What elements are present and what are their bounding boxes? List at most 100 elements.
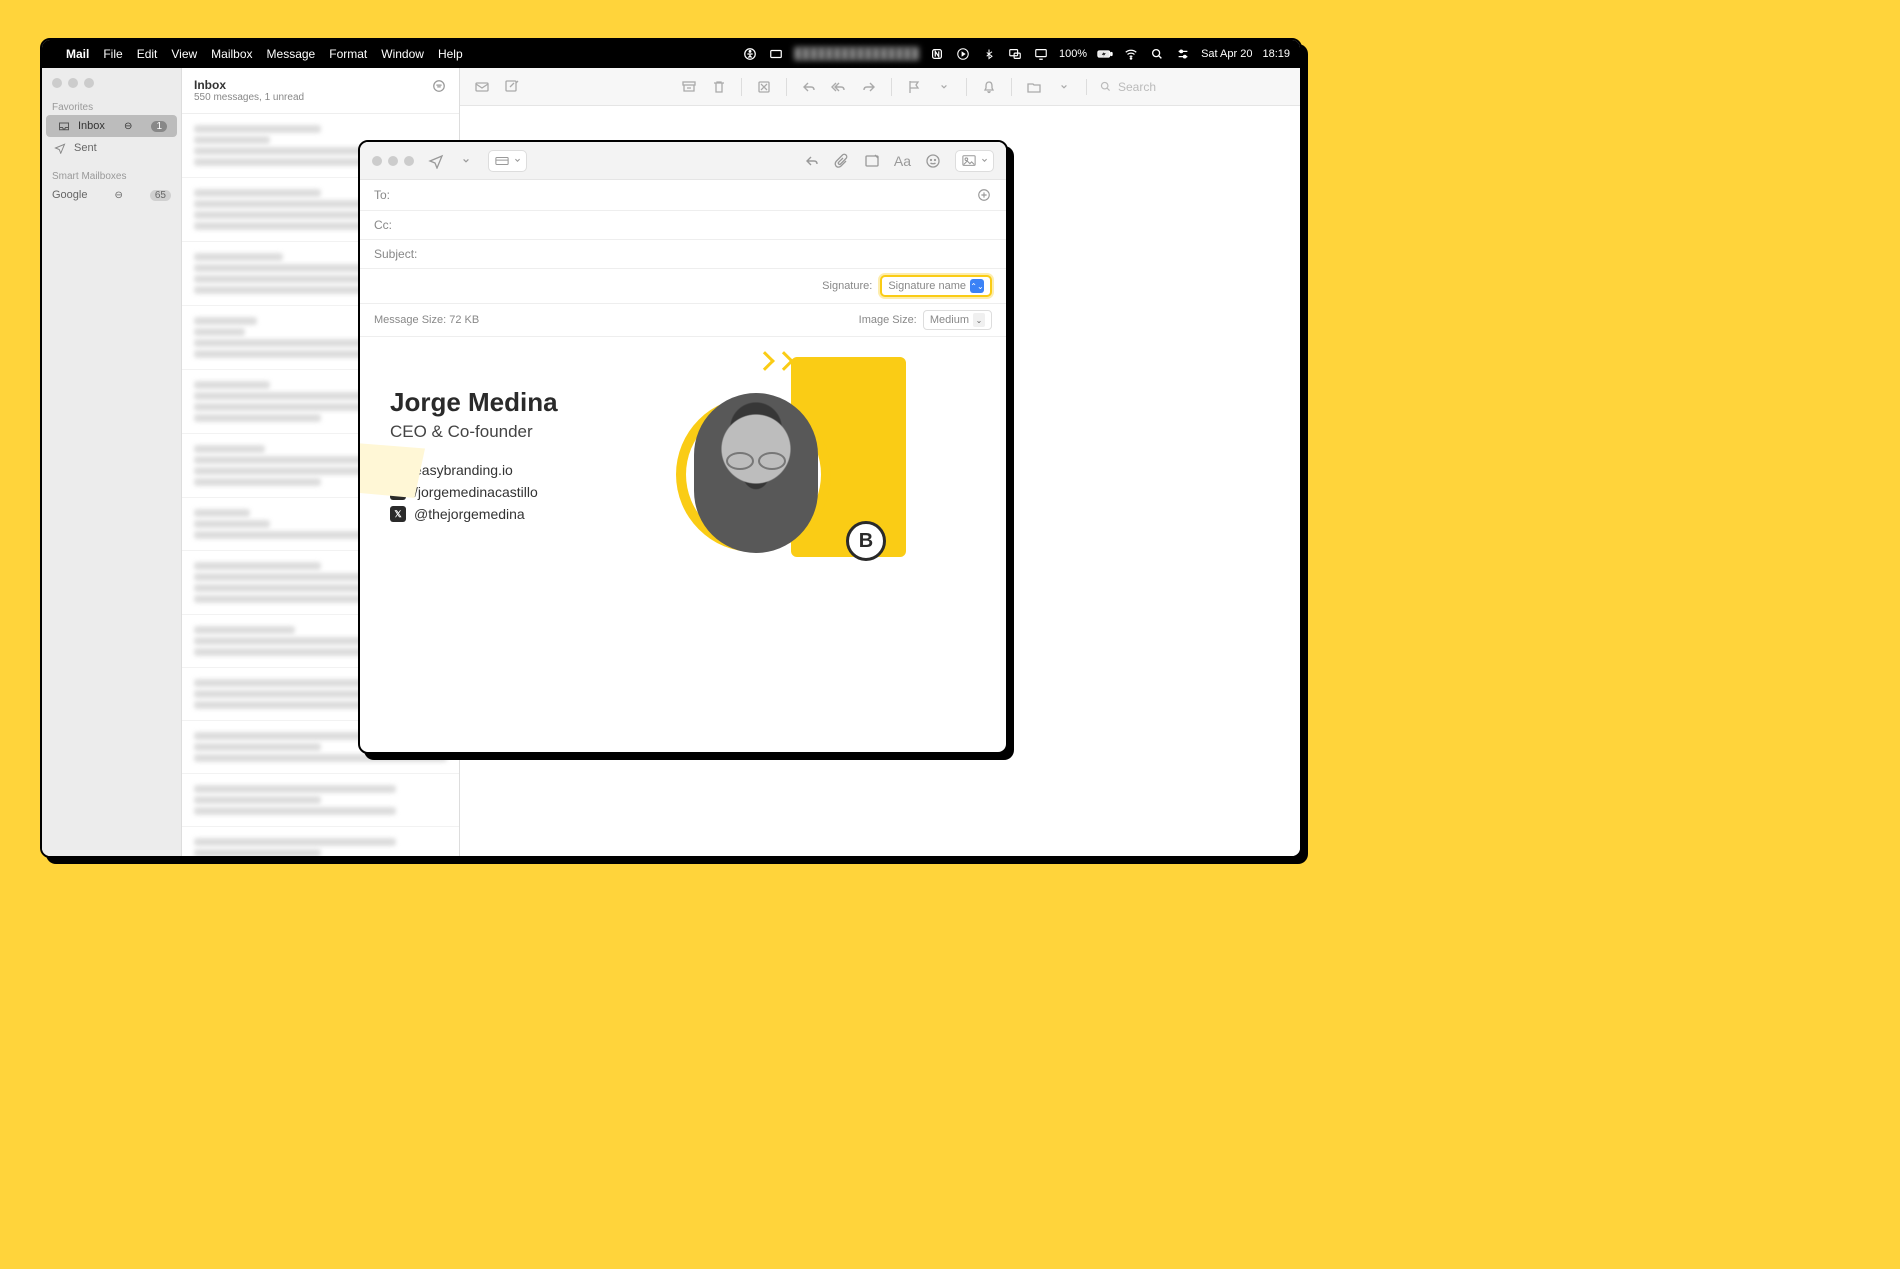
move-folder-icon[interactable] — [1026, 79, 1042, 95]
sidebar-item-label: Google — [52, 189, 87, 201]
close-window-button[interactable] — [52, 78, 62, 88]
message-row[interactable] — [182, 827, 459, 856]
signature-twitter[interactable]: 𝕏 @thejorgemedina — [390, 506, 558, 522]
menu-format[interactable]: Format — [329, 47, 367, 61]
control-center-icon[interactable] — [1175, 46, 1191, 62]
chevron-down-icon[interactable] — [458, 153, 474, 169]
to-field[interactable]: To: — [360, 180, 1006, 211]
photo-icon — [961, 153, 977, 169]
dropdown-stepper-icon: ⌃⌄ — [970, 279, 984, 293]
dropdown-stepper-icon: ⌄ — [973, 313, 985, 327]
message-list-subtitle: 550 messages, 1 unread — [194, 92, 304, 103]
message-row[interactable] — [182, 774, 459, 827]
signature-label: Signature: — [822, 280, 872, 292]
photo-browser-button[interactable] — [955, 150, 994, 172]
menu-file[interactable]: File — [103, 47, 122, 61]
chevron-down-icon[interactable] — [936, 79, 952, 95]
signature-twitter-text: @thejorgemedina — [414, 506, 525, 522]
notion-icon[interactable] — [929, 46, 945, 62]
menu-help[interactable]: Help — [438, 47, 463, 61]
minimize-window-button[interactable] — [388, 156, 398, 166]
sidebar-item-label: Inbox — [78, 120, 105, 132]
search-placeholder: Search — [1118, 80, 1156, 94]
keyboard-icon[interactable] — [768, 46, 784, 62]
header-icon — [494, 153, 510, 169]
zoom-window-button[interactable] — [404, 156, 414, 166]
header-toggle-button[interactable] — [488, 150, 527, 172]
cc-label: Cc: — [374, 218, 434, 232]
junk-icon[interactable] — [756, 79, 772, 95]
app-menu[interactable]: Mail — [66, 47, 89, 61]
zoom-window-button[interactable] — [84, 78, 94, 88]
reply-icon[interactable] — [804, 153, 820, 169]
envelope-icon[interactable] — [474, 79, 490, 95]
message-size-label: Message Size: — [374, 314, 446, 326]
mute-icon[interactable] — [981, 79, 997, 95]
link-icon[interactable] — [864, 153, 880, 169]
to-label: To: — [374, 188, 434, 202]
menu-mailbox[interactable]: Mailbox — [211, 47, 252, 61]
signature-name: Jorge Medina — [390, 387, 558, 418]
format-text-icon[interactable]: Aa — [894, 153, 911, 169]
forward-icon[interactable] — [861, 79, 877, 95]
compose-window-controls — [372, 156, 414, 166]
sidebar-smart-header: Smart Mailboxes — [42, 169, 181, 184]
search-field[interactable]: Search — [1086, 79, 1286, 95]
wifi-icon[interactable] — [1123, 46, 1139, 62]
minimize-window-button[interactable] — [68, 78, 78, 88]
chevron-down-icon[interactable] — [1056, 79, 1072, 95]
paper-plane-icon — [52, 140, 68, 156]
flag-icon[interactable] — [906, 79, 922, 95]
trash-icon[interactable] — [711, 79, 727, 95]
close-window-button[interactable] — [372, 156, 382, 166]
compose-window: Aa To: Cc: Subject: Signature: Signature… — [358, 140, 1008, 754]
send-icon[interactable] — [428, 153, 444, 169]
decorative-shape — [358, 443, 425, 498]
menubar-blurred-text: ████████████████ — [794, 48, 919, 60]
sidebar-item-inbox[interactable]: Inbox ⊖ 1 — [46, 115, 177, 137]
reply-all-icon[interactable] — [831, 79, 847, 95]
sidebar-item-label: Sent — [74, 142, 97, 154]
menu-view[interactable]: View — [171, 47, 197, 61]
menubar-time[interactable]: 18:19 — [1262, 48, 1290, 60]
signature-title: CEO & Co-founder — [390, 422, 558, 442]
signature-linkedin-text: /jorgemedinacastillo — [414, 484, 538, 500]
x-twitter-icon: 𝕏 — [390, 506, 406, 522]
avatar — [694, 393, 818, 553]
compose-new-icon[interactable] — [504, 79, 520, 95]
reader-toolbar: Search — [460, 68, 1300, 106]
subject-label: Subject: — [374, 247, 434, 261]
add-recipient-icon[interactable] — [976, 187, 992, 203]
screen-mirror-icon[interactable] — [1007, 46, 1023, 62]
attachment-icon[interactable] — [834, 153, 850, 169]
menu-edit[interactable]: Edit — [137, 47, 158, 61]
display-icon[interactable] — [1033, 46, 1049, 62]
menu-message[interactable]: Message — [267, 47, 316, 61]
signature-website-text: easybranding.io — [414, 462, 513, 478]
signature-select[interactable]: Signature name ⌃⌄ — [880, 275, 992, 297]
battery-percent: 100% — [1059, 48, 1087, 60]
filter-icon[interactable] — [431, 78, 447, 94]
sidebar-item-sent[interactable]: Sent — [42, 137, 181, 159]
search-icon — [1097, 79, 1113, 95]
cc-field[interactable]: Cc: — [360, 211, 1006, 240]
sidebar-inbox-count: 1 — [151, 121, 167, 132]
menubar-date[interactable]: Sat Apr 20 — [1201, 48, 1252, 60]
brand-badge: B — [846, 521, 886, 561]
subject-field[interactable]: Subject: — [360, 240, 1006, 269]
emoji-icon[interactable] — [925, 153, 941, 169]
play-icon[interactable] — [955, 46, 971, 62]
bluetooth-icon[interactable] — [981, 46, 997, 62]
sidebar-favorites-header: Favorites — [42, 100, 181, 115]
menu-window[interactable]: Window — [381, 47, 424, 61]
image-size-label: Image Size: — [859, 314, 917, 326]
reply-icon[interactable] — [801, 79, 817, 95]
battery-icon[interactable] — [1097, 46, 1113, 62]
accessibility-icon[interactable] — [742, 46, 758, 62]
archive-icon[interactable] — [681, 79, 697, 95]
spotlight-icon[interactable] — [1149, 46, 1165, 62]
signature-row: Signature: Signature name ⌃⌄ — [360, 269, 1006, 304]
sidebar-item-arrow: ⊖ — [114, 190, 122, 201]
image-size-select[interactable]: Medium ⌄ — [923, 310, 992, 330]
sidebar-item-google[interactable]: Google ⊖ 65 — [42, 186, 181, 204]
